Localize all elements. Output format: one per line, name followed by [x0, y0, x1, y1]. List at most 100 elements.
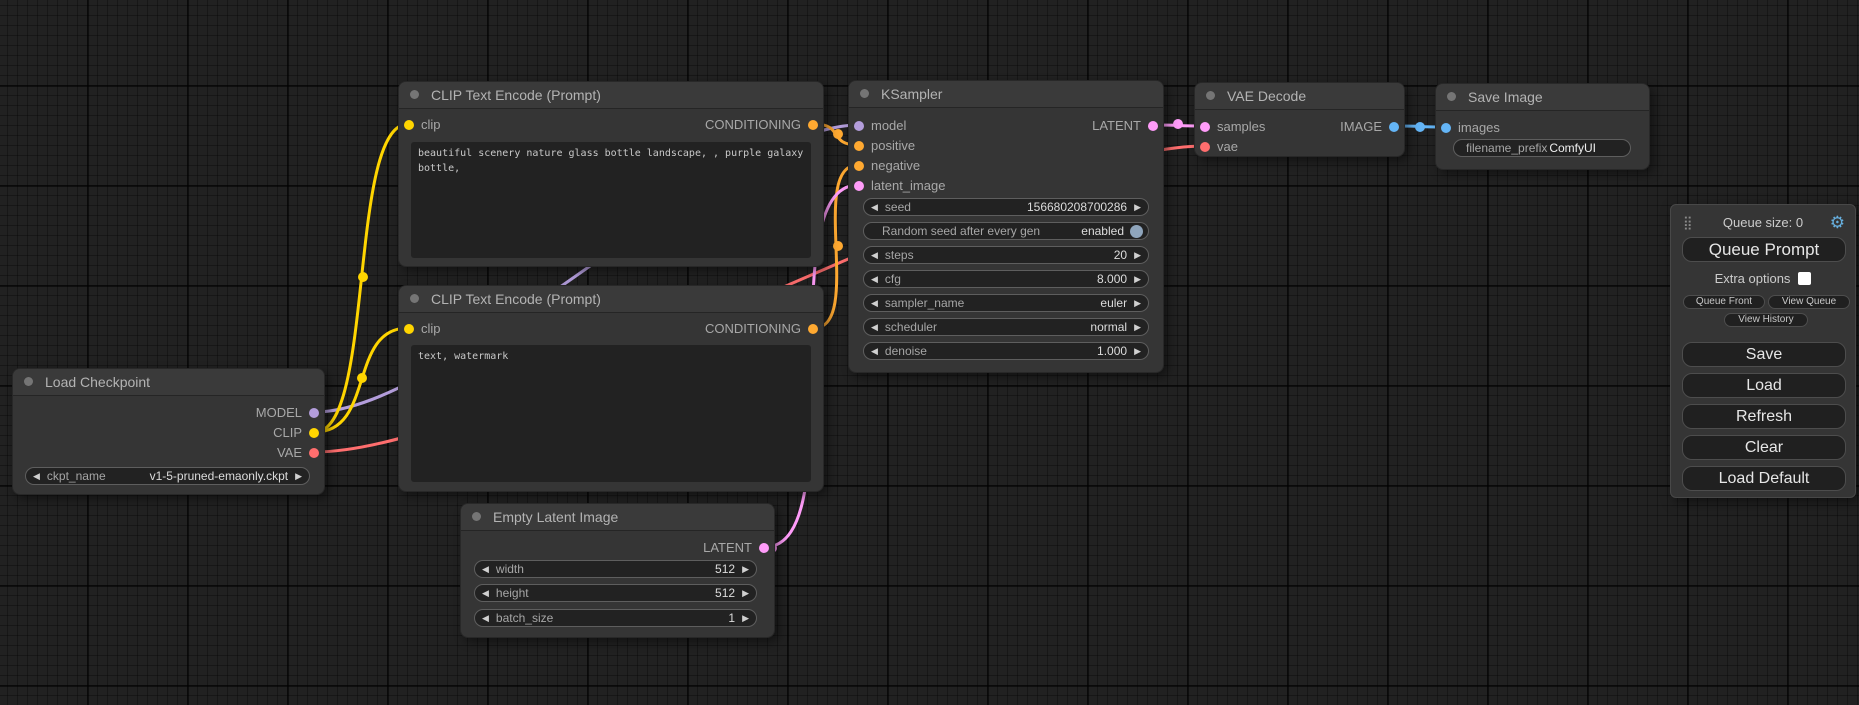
prompt-textarea[interactable]: beautiful scenery nature glass bottle la… [411, 142, 811, 258]
gear-icon[interactable]: ⚙ [1830, 213, 1845, 233]
output-slot-latent[interactable] [759, 543, 769, 553]
link-dot-clip2[interactable] [357, 373, 367, 383]
output-slot-latent[interactable] [1148, 121, 1158, 131]
link-dot-clip1[interactable] [358, 272, 368, 282]
widget-height[interactable]: ◀ height 512 ▶ [474, 584, 757, 602]
widget-sampler-name[interactable]: ◀ sampler_name euler ▶ [863, 294, 1149, 312]
widget-steps[interactable]: ◀ steps 20 ▶ [863, 246, 1149, 264]
link-dot-image[interactable] [1415, 122, 1425, 132]
queue-front-button[interactable]: Queue Front [1683, 295, 1765, 309]
refresh-button[interactable]: Refresh [1682, 404, 1846, 429]
widget-scheduler[interactable]: ◀ scheduler normal ▶ [863, 318, 1149, 336]
widget-value: 156680208700286 [1027, 200, 1127, 214]
increment-arrow-icon[interactable]: ▶ [735, 610, 756, 626]
widget-seed[interactable]: ◀ seed 156680208700286 ▶ [863, 198, 1149, 216]
increment-arrow-icon[interactable]: ▶ [735, 561, 756, 577]
node-clip-text-encode-negative[interactable]: CLIP Text Encode (Prompt) clip CONDITION… [398, 285, 824, 492]
extra-options-label: Extra options [1715, 271, 1791, 286]
output-slot-vae[interactable] [309, 448, 319, 458]
input-slot-latent-image[interactable] [854, 181, 864, 191]
decrement-arrow-icon[interactable]: ◀ [475, 610, 496, 626]
widget-value: 512 [715, 562, 735, 576]
input-slot-positive[interactable] [854, 141, 864, 151]
toggle-knob-icon[interactable] [1130, 225, 1143, 238]
output-slot-clip[interactable] [309, 428, 319, 438]
link-dot-cond2[interactable] [833, 241, 843, 251]
output-slot-conditioning[interactable] [808, 324, 818, 334]
node-load-checkpoint[interactable]: Load Checkpoint MODEL CLIP VAE ◀ ckpt_na… [12, 368, 325, 495]
decrement-arrow-icon[interactable]: ◀ [864, 271, 885, 287]
input-slot-images[interactable] [1441, 123, 1451, 133]
node-empty-latent-image[interactable]: Empty Latent Image LATENT ◀ width 512 ▶ … [460, 503, 775, 638]
decrement-arrow-icon[interactable]: ◀ [864, 199, 885, 215]
increment-arrow-icon[interactable]: ▶ [1127, 319, 1148, 335]
node-title-bar[interactable]: Load Checkpoint [13, 369, 324, 396]
collapse-dot-icon[interactable] [1206, 91, 1215, 100]
increment-arrow-icon[interactable]: ▶ [1127, 199, 1148, 215]
slot-row: clip CONDITIONING [399, 319, 823, 339]
widget-filename-prefix[interactable]: filename_prefix ComfyUI [1453, 139, 1631, 157]
node-title-bar[interactable]: CLIP Text Encode (Prompt) [399, 286, 823, 313]
widget-cfg[interactable]: ◀ cfg 8.000 ▶ [863, 270, 1149, 288]
view-history-button[interactable]: View History [1724, 313, 1808, 327]
output-slot-model[interactable] [309, 408, 319, 418]
clear-button[interactable]: Clear [1682, 435, 1846, 460]
increment-arrow-icon[interactable]: ▶ [1127, 247, 1148, 263]
input-label: positive [871, 136, 915, 156]
panel-header: ⣿ Queue size: 0 ⚙ [1671, 213, 1855, 233]
load-button[interactable]: Load [1682, 373, 1846, 398]
decrement-arrow-icon[interactable]: ◀ [864, 247, 885, 263]
node-ksampler[interactable]: KSampler model LATENT positive negative … [848, 80, 1164, 373]
decrement-arrow-icon[interactable]: ◀ [864, 319, 885, 335]
collapse-dot-icon[interactable] [472, 512, 481, 521]
extra-options-checkbox[interactable] [1798, 272, 1811, 285]
view-queue-button[interactable]: View Queue [1768, 295, 1850, 309]
increment-arrow-icon[interactable]: ▶ [1127, 295, 1148, 311]
node-title-bar[interactable]: Save Image [1436, 84, 1649, 111]
node-title-bar[interactable]: Empty Latent Image [461, 504, 774, 531]
input-slot-negative[interactable] [854, 161, 864, 171]
output-slot-image[interactable] [1389, 122, 1399, 132]
input-slot-clip[interactable] [404, 324, 414, 334]
widget-batch-size[interactable]: ◀ batch_size 1 ▶ [474, 609, 757, 627]
node-clip-text-encode-positive[interactable]: CLIP Text Encode (Prompt) clip CONDITION… [398, 81, 824, 267]
widget-ckpt-name[interactable]: ◀ ckpt_name v1-5-pruned-emaonly.ckpt ▶ [25, 467, 310, 485]
increment-arrow-icon[interactable]: ▶ [1127, 343, 1148, 359]
collapse-dot-icon[interactable] [860, 89, 869, 98]
link-dot-latent-out[interactable] [1173, 119, 1183, 129]
load-default-button[interactable]: Load Default [1682, 466, 1846, 491]
node-title-bar[interactable]: VAE Decode [1195, 83, 1404, 110]
decrement-arrow-icon[interactable]: ◀ [475, 585, 496, 601]
queue-prompt-button[interactable]: Queue Prompt [1682, 237, 1846, 262]
input-label: clip [421, 319, 441, 339]
input-slot-vae[interactable] [1200, 142, 1210, 152]
widget-label: denoise [885, 344, 927, 358]
node-vae-decode[interactable]: VAE Decode samples IMAGE vae [1194, 82, 1405, 157]
node-save-image[interactable]: Save Image images filename_prefix ComfyU… [1435, 83, 1650, 170]
decrement-arrow-icon[interactable]: ◀ [475, 561, 496, 577]
widget-random-seed-toggle[interactable]: Random seed after every gen enabled [863, 222, 1149, 240]
decrement-arrow-icon[interactable]: ◀ [26, 468, 47, 484]
node-title-bar[interactable]: CLIP Text Encode (Prompt) [399, 82, 823, 109]
collapse-dot-icon[interactable] [410, 294, 419, 303]
widget-width[interactable]: ◀ width 512 ▶ [474, 560, 757, 578]
increment-arrow-icon[interactable]: ▶ [1127, 271, 1148, 287]
collapse-dot-icon[interactable] [1447, 92, 1456, 101]
prompt-textarea[interactable]: text, watermark [411, 345, 811, 482]
node-title-bar[interactable]: KSampler [849, 81, 1163, 108]
input-slot-clip[interactable] [404, 120, 414, 130]
link-dot-cond1[interactable] [833, 129, 843, 139]
save-button[interactable]: Save [1682, 342, 1846, 367]
input-slot-samples[interactable] [1200, 122, 1210, 132]
increment-arrow-icon[interactable]: ▶ [288, 468, 309, 484]
collapse-dot-icon[interactable] [24, 377, 33, 386]
widget-denoise[interactable]: ◀ denoise 1.000 ▶ [863, 342, 1149, 360]
graph-canvas[interactable]: Load Checkpoint MODEL CLIP VAE ◀ ckpt_na… [0, 0, 1859, 705]
widget-value: 20 [1114, 248, 1127, 262]
input-slot-model[interactable] [854, 121, 864, 131]
decrement-arrow-icon[interactable]: ◀ [864, 343, 885, 359]
increment-arrow-icon[interactable]: ▶ [735, 585, 756, 601]
collapse-dot-icon[interactable] [410, 90, 419, 99]
output-slot-conditioning[interactable] [808, 120, 818, 130]
decrement-arrow-icon[interactable]: ◀ [864, 295, 885, 311]
